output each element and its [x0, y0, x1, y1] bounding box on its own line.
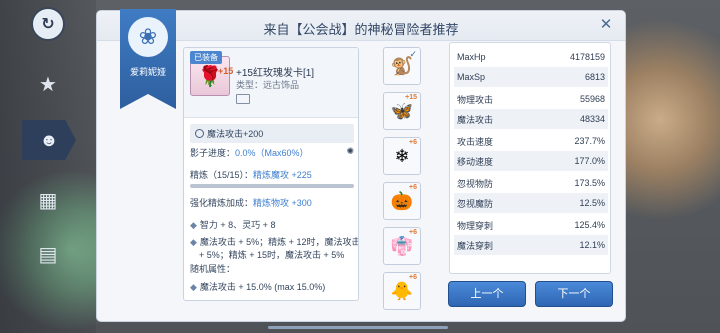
- list-item: ◆ 魔法攻击 + 15.0% (max 15.0%): [190, 282, 326, 292]
- scroll-indicator[interactable]: [268, 326, 448, 329]
- person-icon: ☻: [39, 129, 59, 150]
- slot-chick[interactable]: 🐥 +6: [383, 272, 421, 310]
- base-attribute: 魔法攻击+200: [190, 124, 354, 143]
- calendar-button[interactable]: ▦: [30, 182, 66, 218]
- shadow-icon[interactable]: ✺: [346, 146, 354, 157]
- list-item: ◆ 智力 + 8、灵巧 + 8: [190, 220, 276, 230]
- stat-row: 忽视物防 173.5%: [457, 178, 605, 189]
- stat-row: MaxHp 4178159: [457, 52, 605, 62]
- random-attributes: 随机属性： ◆ 魔法攻击 + 15.0% (max 15.0%): [190, 262, 354, 293]
- panel-title: 来自【公会战】的神秘冒险者推荐: [263, 22, 459, 37]
- stat-row: MaxSp 6813: [454, 67, 608, 87]
- stat-row: 移动速度 177.0%: [454, 151, 608, 171]
- adventurer-tab[interactable]: ☻: [22, 120, 76, 160]
- stat-row: 攻击速度 237.7%: [457, 136, 605, 147]
- item-name: +15红玫瑰发卡[1]: [236, 68, 315, 79]
- calendar-icon: ▦: [38, 189, 58, 212]
- guild-emblem-icon: ❀: [128, 17, 168, 57]
- prev-button[interactable]: 上一个: [448, 281, 526, 307]
- stat-row: 物理攻击 55968: [457, 94, 605, 105]
- stat-row: 魔法穿刺 12.1%: [454, 235, 608, 255]
- notes-button[interactable]: ▤: [30, 236, 66, 272]
- refine-bonus: 强化精炼加成：精炼物攻 +300: [190, 198, 312, 208]
- refine-info: 精炼（15/15）：精炼魔攻 +225: [190, 168, 354, 188]
- slot-snowflake[interactable]: ❄ +6: [383, 137, 421, 175]
- item-type: 类型：远古饰品: [236, 80, 300, 90]
- stats-panel: MaxHp 4178159 MaxSp 6813 物理攻击 55968 魔法攻击 483…: [449, 42, 611, 274]
- close-button[interactable]: ✕: [599, 16, 613, 33]
- list-item: ◆ 魔法攻击 + 5%；精炼 + 12时，魔法攻击: [190, 237, 359, 247]
- left-sidebar: ↻ ★ ☻ ▦ ▤: [0, 0, 96, 333]
- favorites-button[interactable]: ★: [30, 66, 66, 102]
- equipment-detail-card: 🌹 已装备 +15 +15红玫瑰发卡[1] 类型：远古饰品 魔法攻击+200 影…: [183, 47, 359, 301]
- shadow-progress: 影子进度：0.0%（Max60%） ✺: [190, 146, 354, 158]
- notes-icon: ▤: [38, 243, 58, 266]
- magic-icon: [195, 129, 204, 138]
- back-button[interactable]: ↻: [30, 6, 66, 42]
- refine-progress-bar: [190, 184, 354, 188]
- list-item: + 5%；精炼 + 15时，魔法攻击 + 5%: [199, 250, 345, 260]
- stat-row: 忽视魔防 12.5%: [454, 193, 608, 213]
- refine-level: +15: [218, 66, 234, 76]
- slot-gourd[interactable]: 🎃 +6: [383, 182, 421, 220]
- stat-row: 魔法攻击 48334: [454, 109, 608, 129]
- effect-list: ◆ 智力 + 8、灵巧 + 8 ◆ 魔法攻击 + 5%；精炼 + 12时，魔法攻击 …: [190, 218, 359, 261]
- item-header: 🌹 已装备 +15 +15红玫瑰发卡[1] 类型：远古饰品: [184, 48, 358, 118]
- star-icon: ★: [39, 73, 57, 96]
- back-icon: ↻: [31, 7, 65, 41]
- stat-row: 物理穿刺 125.4%: [457, 220, 605, 231]
- adventurer-name: 爱莉妮娅: [129, 67, 166, 77]
- next-button[interactable]: 下一个: [535, 281, 613, 307]
- adventurer-ribbon: ❀ 爱莉妮娅: [120, 9, 176, 109]
- share-icon[interactable]: [236, 94, 250, 104]
- slot-butterfly[interactable]: 🦋 +15: [383, 92, 421, 130]
- slot-monkey[interactable]: 🐒 ✓: [383, 47, 421, 85]
- panel-header: 来自【公会战】的神秘冒险者推荐 ✕: [97, 11, 625, 41]
- close-icon: ✕: [599, 16, 613, 33]
- slot-robe[interactable]: 👘 +6: [383, 227, 421, 265]
- equipped-badge: 已装备: [190, 51, 222, 64]
